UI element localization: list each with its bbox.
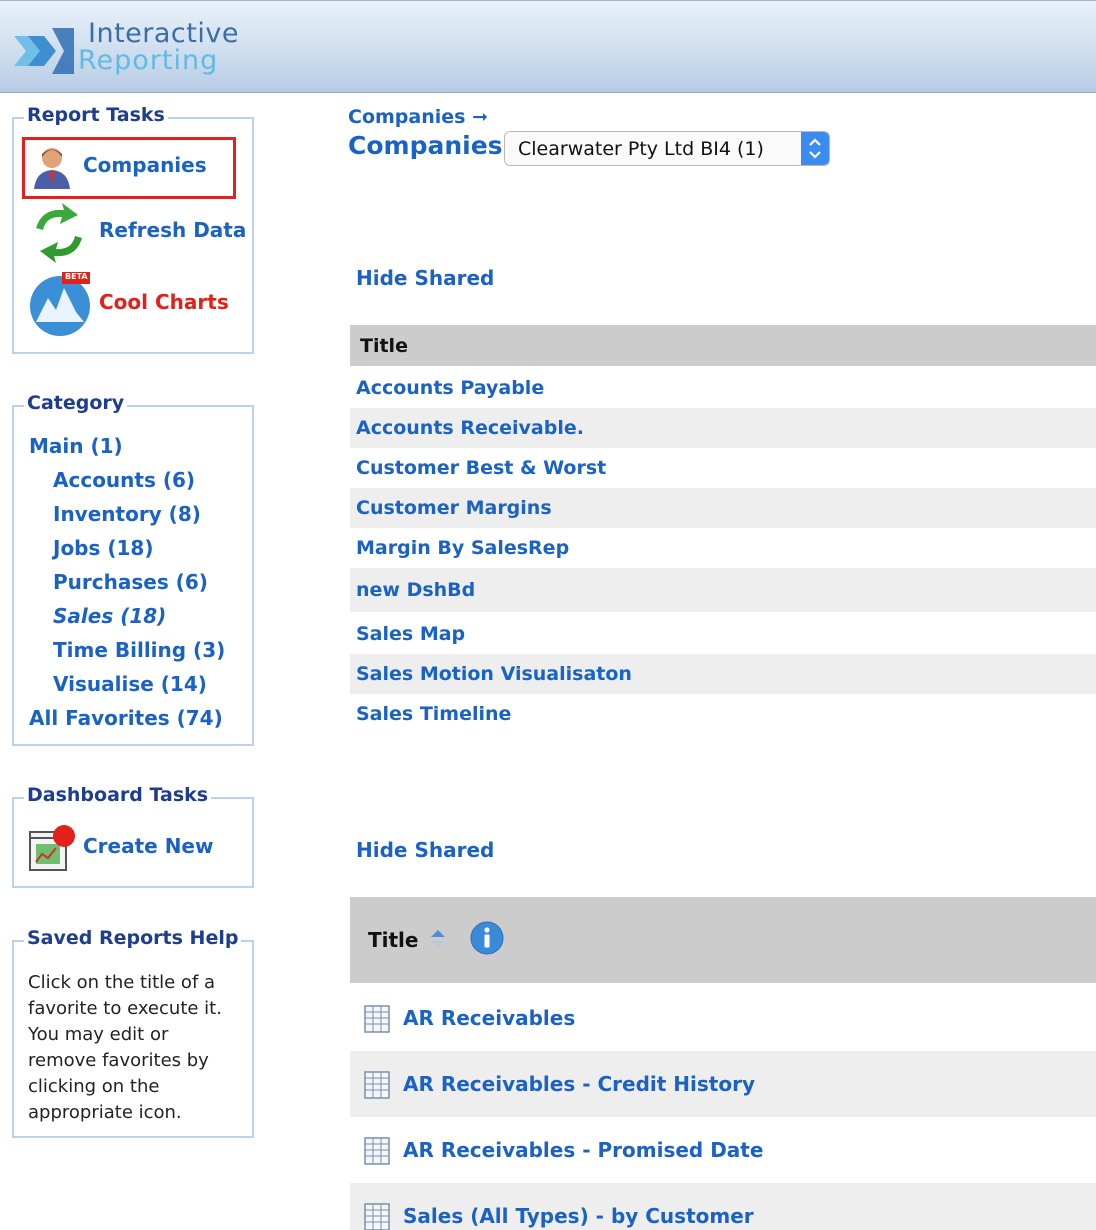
hide-shared-link-top[interactable]: Hide Shared — [356, 266, 494, 290]
table-row: Customer Margins — [350, 488, 1096, 528]
select-stepper[interactable] — [801, 132, 829, 165]
up-down-arrows-icon — [809, 138, 821, 159]
report-grid-icon[interactable] — [364, 1071, 390, 1099]
dashboard-link[interactable]: Accounts Payable — [356, 377, 544, 399]
category-accounts[interactable]: Accounts (6) — [53, 468, 195, 492]
page-title: Companies — [348, 131, 503, 160]
cool-charts-task-label: Cool Charts — [99, 290, 229, 314]
dashboard-link[interactable]: Customer Margins — [356, 497, 552, 519]
dashboards-table-header: Title — [350, 325, 1096, 366]
category-all-favorites[interactable]: All Favorites (74) — [29, 706, 223, 730]
dashboard-link[interactable]: Sales Map — [356, 623, 465, 645]
app-header: Interactive Reporting — [0, 0, 1096, 93]
dashboard-link[interactable]: Sales Timeline — [356, 703, 511, 725]
table-row: Sales (All Types) - by Customer — [350, 1183, 1096, 1230]
category-inventory[interactable]: Inventory (8) — [53, 502, 201, 526]
category-legend: Category — [24, 392, 128, 414]
saved-report-link[interactable]: AR Receivables - Promised Date — [403, 1138, 763, 1162]
category-time-billing[interactable]: Time Billing (3) — [53, 638, 225, 662]
category-main[interactable]: Main (1) — [29, 434, 123, 458]
dashboard-tasks-legend: Dashboard Tasks — [24, 784, 212, 806]
table-row: Accounts Receivable. — [350, 408, 1096, 448]
create-new-dashboard-link[interactable]: Create New — [28, 822, 228, 874]
company-select[interactable]: Clearwater Pty Ltd BI4 (1) — [504, 131, 830, 166]
logo-arrows-icon — [14, 28, 74, 74]
dashboard-link[interactable]: Margin By SalesRep — [356, 537, 569, 559]
table-row: AR Receivables — [350, 985, 1096, 1051]
category-jobs[interactable]: Jobs (18) — [53, 536, 153, 560]
new-dashboard-icon — [29, 825, 75, 871]
table-row: Sales Motion Visualisaton — [350, 654, 1096, 694]
dashboard-link[interactable]: Customer Best & Worst — [356, 457, 606, 479]
table-row: Sales Map — [350, 614, 1096, 654]
table-row: Customer Best & Worst — [350, 448, 1096, 488]
saved-reports-table-header: Title — [350, 897, 1096, 983]
title-column-header-sortable[interactable]: Title — [368, 928, 418, 952]
refresh-data-task-label: Refresh Data — [99, 218, 247, 242]
dashboard-link[interactable]: new DshBd — [356, 579, 475, 601]
report-grid-icon[interactable] — [364, 1137, 390, 1165]
table-row: Sales Timeline — [350, 694, 1096, 734]
table-row: Margin By SalesRep — [350, 528, 1096, 568]
help-legend: Saved Reports Help — [24, 927, 242, 949]
logo-text-line2: Reporting — [78, 45, 219, 76]
report-tasks-legend: Report Tasks — [24, 104, 168, 126]
info-icon[interactable] — [470, 921, 504, 955]
table-row: new DshBd — [350, 568, 1096, 612]
breadcrumb-companies[interactable]: Companies ➞ — [348, 106, 488, 128]
help-text: Click on the title of a favorite to exec… — [28, 972, 222, 1123]
saved-reports-help-panel: Saved Reports Help Click on the title of… — [12, 927, 254, 1138]
report-grid-icon[interactable] — [364, 1005, 390, 1033]
beta-badge: BETA — [65, 272, 88, 281]
refresh-data-task-link[interactable]: Refresh Data — [28, 202, 246, 263]
companies-task-label: Companies — [83, 153, 207, 177]
category-visualise[interactable]: Visualise (14) — [53, 672, 207, 696]
hide-shared-link-bottom[interactable]: Hide Shared — [356, 838, 494, 862]
companies-task-link[interactable]: Companies — [30, 143, 230, 191]
title-column-header[interactable]: Title — [360, 335, 408, 357]
table-row: AR Receivables - Promised Date — [350, 1117, 1096, 1183]
dashboard-link[interactable]: Accounts Receivable. — [356, 417, 584, 439]
create-new-label: Create New — [83, 834, 214, 858]
saved-report-link[interactable]: Sales (All Types) - by Customer — [403, 1204, 754, 1228]
cool-charts-task-link[interactable]: BETA Cool Charts — [28, 270, 238, 338]
dashboard-link[interactable]: Sales Motion Visualisaton — [356, 663, 632, 685]
category-sales[interactable]: Sales (18) — [53, 604, 166, 628]
refresh-icon — [36, 203, 82, 263]
saved-report-link[interactable]: AR Receivables — [403, 1006, 575, 1030]
table-row: AR Receivables - Credit History — [350, 1051, 1096, 1117]
table-row: Accounts Payable — [350, 368, 1096, 408]
company-select-value: Clearwater Pty Ltd BI4 (1) — [518, 138, 764, 160]
category-purchases[interactable]: Purchases (6) — [53, 570, 208, 594]
report-grid-icon[interactable] — [364, 1203, 390, 1230]
sort-arrows-icon[interactable] — [428, 928, 448, 950]
app-logo[interactable]: Interactive Reporting — [12, 18, 238, 82]
saved-report-link[interactable]: AR Receivables - Credit History — [403, 1072, 755, 1096]
person-icon — [34, 148, 70, 189]
